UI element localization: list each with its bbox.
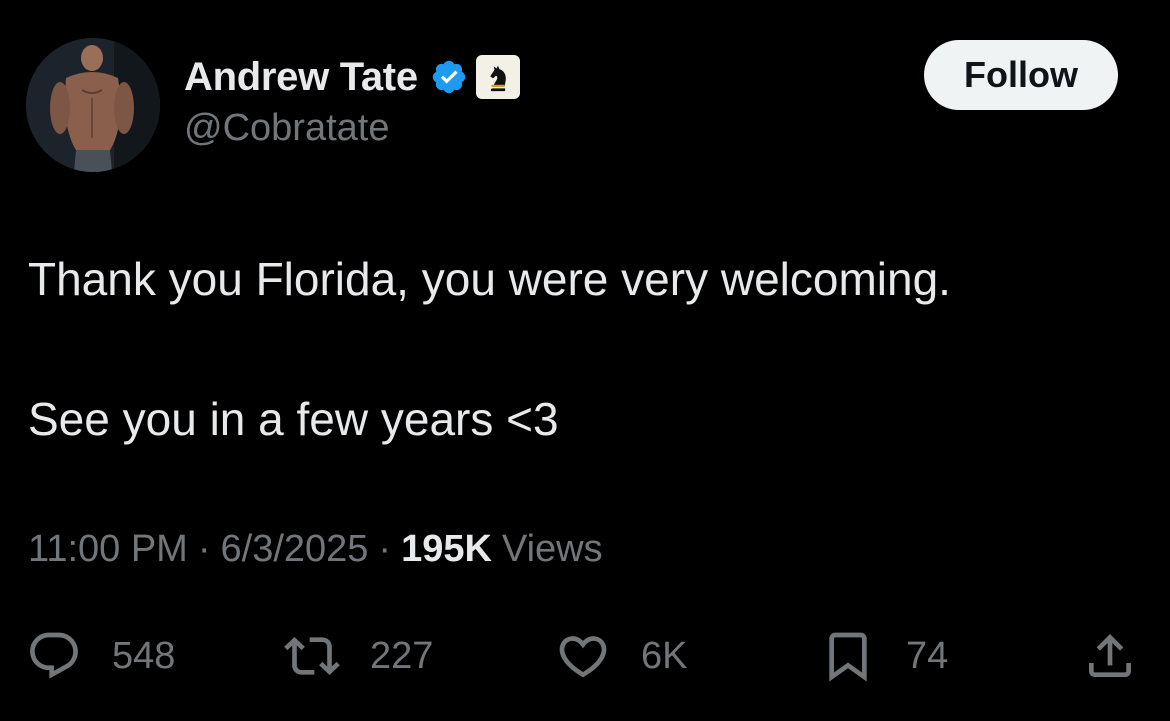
- repost-button[interactable]: 227: [284, 628, 433, 684]
- follow-button[interactable]: Follow: [924, 40, 1118, 110]
- tweet-line: See you in a few years <3: [28, 393, 559, 445]
- repost-icon: [284, 637, 340, 675]
- avatar-image: [26, 38, 160, 172]
- bookmark-icon: [829, 632, 867, 682]
- meta-separator: ·: [378, 528, 392, 570]
- author-avatar[interactable]: [26, 38, 160, 172]
- like-button[interactable]: 6K: [555, 628, 687, 684]
- reply-count: 548: [112, 634, 176, 677]
- share-icon: [1089, 634, 1131, 677]
- bookmark-button[interactable]: 74: [820, 628, 948, 684]
- tweet-date[interactable]: 6/3/2025: [221, 528, 369, 571]
- tweet-text: Thank you Florida, you were very welcomi…: [28, 248, 1138, 450]
- affiliate-badge[interactable]: [475, 55, 520, 99]
- heart-icon: [559, 636, 607, 678]
- action-bar: 548 227 6K 74: [0, 620, 1170, 700]
- meta-separator: ·: [197, 528, 211, 570]
- author-display-name[interactable]: Andrew Tate: [184, 55, 418, 100]
- views-label: Views: [501, 528, 603, 570]
- tweet-line: Thank you Florida, you were very welcomi…: [28, 253, 951, 305]
- author-handle[interactable]: @Cobratate: [184, 107, 389, 150]
- like-count: 6K: [641, 634, 688, 677]
- views-count: 195K: [401, 528, 492, 570]
- chess-knight-icon: [489, 65, 506, 92]
- tweet-meta: 11:00 PM · 6/3/2025 · 195K Views: [28, 528, 603, 571]
- tweet-time[interactable]: 11:00 PM: [28, 528, 188, 571]
- share-button[interactable]: [1082, 628, 1138, 684]
- reply-button[interactable]: 548: [26, 628, 175, 684]
- author-name-row: Andrew Tate: [184, 52, 520, 102]
- reply-icon: [30, 632, 78, 679]
- bookmark-count: 74: [906, 634, 949, 677]
- repost-count: 227: [370, 634, 434, 677]
- verified-badge-icon[interactable]: [430, 58, 468, 96]
